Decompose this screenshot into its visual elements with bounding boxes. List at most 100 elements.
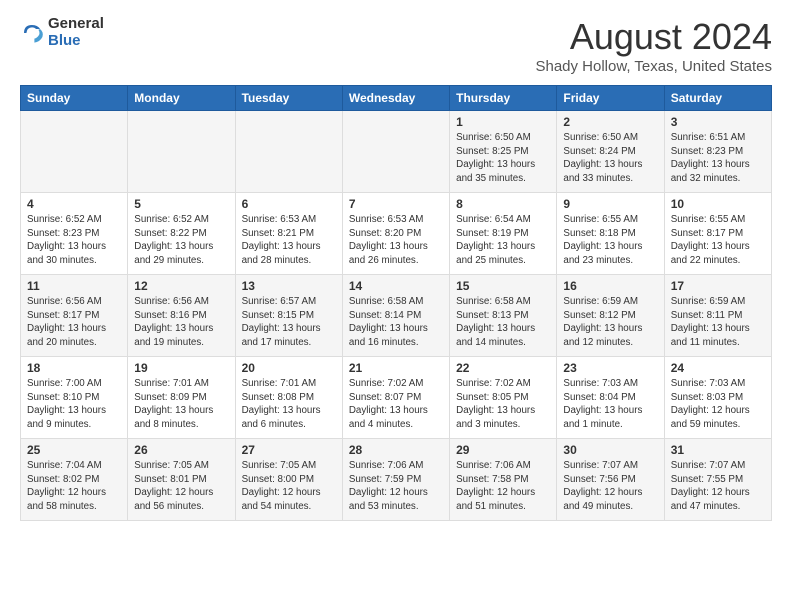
day-detail: Sunrise: 6:52 AMSunset: 8:23 PMDaylight:… [27, 213, 121, 268]
day-detail: Sunrise: 7:01 AMSunset: 8:09 PMDaylight:… [134, 377, 228, 432]
calendar-cell [342, 111, 449, 193]
day-number: 26 [134, 443, 228, 457]
logo-blue: Blue [48, 33, 104, 50]
day-number: 17 [671, 279, 765, 293]
day-detail: Sunrise: 6:52 AMSunset: 8:22 PMDaylight:… [134, 213, 228, 268]
calendar-cell: 5Sunrise: 6:52 AMSunset: 8:22 PMDaylight… [128, 193, 235, 275]
calendar-cell: 10Sunrise: 6:55 AMSunset: 8:17 PMDayligh… [664, 193, 771, 275]
calendar-cell: 29 Sunrise: 7:06 AMSunset: 7:58 PMDayligh… [450, 439, 557, 521]
day-number: 4 [27, 197, 121, 211]
day-number: 15 [456, 279, 550, 293]
day-number: 12 [134, 279, 228, 293]
calendar-cell: 2 Sunrise: 6:50 AMSunset: 8:24 PMDaylight… [557, 111, 664, 193]
header-wednesday: Wednesday [342, 86, 449, 111]
day-number: 29 [456, 443, 550, 457]
day-detail: Sunrise: 7:05 AMSunset: 8:00 PMDaylight:… [242, 459, 336, 514]
calendar-cell: 14 Sunrise: 6:58 AMSunset: 8:14 PMDayligh… [342, 275, 449, 357]
week-row-4: 18 Sunrise: 7:00 AMSunset: 8:10 PMDayligh… [21, 357, 772, 439]
day-detail: Sunrise: 7:01 AMSunset: 8:08 PMDaylight:… [242, 377, 336, 432]
day-number: 22 [456, 361, 550, 375]
day-number: 27 [242, 443, 336, 457]
calendar-table: SundayMondayTuesdayWednesdayThursdayFrid… [20, 85, 772, 521]
day-detail: Sunrise: 6:50 AMSunset: 8:25 PMDaylight:… [456, 131, 550, 186]
day-detail: Sunrise: 7:07 AMSunset: 7:55 PMDaylight:… [671, 459, 765, 514]
calendar-cell: 4 Sunrise: 6:52 AMSunset: 8:23 PMDaylight… [21, 193, 128, 275]
day-number: 23 [563, 361, 657, 375]
day-detail: Sunrise: 7:05 AMSunset: 8:01 PMDaylight:… [134, 459, 228, 514]
day-detail: Sunrise: 7:00 AMSunset: 8:10 PMDaylight:… [27, 377, 121, 432]
logo: General Blue [20, 16, 104, 49]
week-row-2: 4 Sunrise: 6:52 AMSunset: 8:23 PMDaylight… [21, 193, 772, 275]
header-friday: Friday [557, 86, 664, 111]
calendar-cell: 8Sunrise: 6:54 AMSunset: 8:19 PMDaylight… [450, 193, 557, 275]
calendar-cell: 31 Sunrise: 7:07 AMSunset: 7:55 PMDayligh… [664, 439, 771, 521]
day-detail: Sunrise: 6:59 AMSunset: 8:11 PMDaylight:… [671, 295, 765, 350]
calendar-cell: 30Sunrise: 7:07 AMSunset: 7:56 PMDayligh… [557, 439, 664, 521]
calendar-cell: 22 Sunrise: 7:02 AMSunset: 8:05 PMDayligh… [450, 357, 557, 439]
day-detail: Sunrise: 6:56 AMSunset: 8:17 PMDaylight:… [27, 295, 121, 350]
day-number: 13 [242, 279, 336, 293]
title-block: August 2024 Shady Hollow, Texas, United … [535, 16, 772, 75]
day-number: 21 [349, 361, 443, 375]
day-detail: Sunrise: 6:59 AMSunset: 8:12 PMDaylight:… [563, 295, 657, 350]
calendar-cell [128, 111, 235, 193]
calendar-cell: 9 Sunrise: 6:55 AMSunset: 8:18 PMDaylight… [557, 193, 664, 275]
header-sunday: Sunday [21, 86, 128, 111]
day-number: 28 [349, 443, 443, 457]
day-detail: Sunrise: 6:50 AMSunset: 8:24 PMDaylight:… [563, 131, 657, 186]
logo-text: General Blue [48, 16, 104, 49]
day-number: 14 [349, 279, 443, 293]
calendar-cell: 17 Sunrise: 6:59 AMSunset: 8:11 PMDayligh… [664, 275, 771, 357]
day-number: 6 [242, 197, 336, 211]
calendar-cell: 27 Sunrise: 7:05 AMSunset: 8:00 PMDayligh… [235, 439, 342, 521]
day-number: 25 [27, 443, 121, 457]
day-detail: Sunrise: 6:57 AMSunset: 8:15 PMDaylight:… [242, 295, 336, 350]
day-detail: Sunrise: 6:53 AMSunset: 8:21 PMDaylight:… [242, 213, 336, 268]
day-detail: Sunrise: 7:06 AMSunset: 7:58 PMDaylight:… [456, 459, 550, 514]
calendar-cell: 12 Sunrise: 6:56 AMSunset: 8:16 PMDayligh… [128, 275, 235, 357]
calendar-cell: 13 Sunrise: 6:57 AMSunset: 8:15 PMDayligh… [235, 275, 342, 357]
week-row-5: 25 Sunrise: 7:04 AMSunset: 8:02 PMDayligh… [21, 439, 772, 521]
day-number: 3 [671, 115, 765, 129]
day-number: 31 [671, 443, 765, 457]
day-number: 7 [349, 197, 443, 211]
day-detail: Sunrise: 7:04 AMSunset: 8:02 PMDaylight:… [27, 459, 121, 514]
day-number: 1 [456, 115, 550, 129]
calendar-cell: 6 Sunrise: 6:53 AMSunset: 8:21 PMDaylight… [235, 193, 342, 275]
day-detail: Sunrise: 6:58 AMSunset: 8:14 PMDaylight:… [349, 295, 443, 350]
calendar-cell: 23Sunrise: 7:03 AMSunset: 8:04 PMDayligh… [557, 357, 664, 439]
calendar-cell: 16 Sunrise: 6:59 AMSunset: 8:12 PMDayligh… [557, 275, 664, 357]
calendar-cell: 20Sunrise: 7:01 AMSunset: 8:08 PMDayligh… [235, 357, 342, 439]
day-number: 16 [563, 279, 657, 293]
day-detail: Sunrise: 6:56 AMSunset: 8:16 PMDaylight:… [134, 295, 228, 350]
calendar-cell: 1 Sunrise: 6:50 AMSunset: 8:25 PMDaylight… [450, 111, 557, 193]
week-row-3: 11Sunrise: 6:56 AMSunset: 8:17 PMDayligh… [21, 275, 772, 357]
calendar-cell: 28 Sunrise: 7:06 AMSunset: 7:59 PMDayligh… [342, 439, 449, 521]
day-number: 9 [563, 197, 657, 211]
logo-icon [20, 21, 44, 45]
calendar-cell: 26 Sunrise: 7:05 AMSunset: 8:01 PMDayligh… [128, 439, 235, 521]
day-detail: Sunrise: 7:02 AMSunset: 8:07 PMDaylight:… [349, 377, 443, 432]
day-detail: Sunrise: 6:58 AMSunset: 8:13 PMDaylight:… [456, 295, 550, 350]
day-number: 2 [563, 115, 657, 129]
calendar-cell: 18 Sunrise: 7:00 AMSunset: 8:10 PMDayligh… [21, 357, 128, 439]
header-tuesday: Tuesday [235, 86, 342, 111]
calendar-cell: 15 Sunrise: 6:58 AMSunset: 8:13 PMDayligh… [450, 275, 557, 357]
subtitle: Shady Hollow, Texas, United States [535, 58, 772, 75]
page-header: General Blue August 2024 Shady Hollow, T… [20, 16, 772, 75]
day-detail: Sunrise: 7:03 AMSunset: 8:03 PMDaylight:… [671, 377, 765, 432]
header-saturday: Saturday [664, 86, 771, 111]
day-detail: Sunrise: 7:02 AMSunset: 8:05 PMDaylight:… [456, 377, 550, 432]
calendar-cell: 11Sunrise: 6:56 AMSunset: 8:17 PMDayligh… [21, 275, 128, 357]
day-detail: Sunrise: 7:07 AMSunset: 7:56 PMDaylight:… [563, 459, 657, 514]
day-detail: Sunrise: 6:55 AMSunset: 8:18 PMDaylight:… [563, 213, 657, 268]
day-number: 24 [671, 361, 765, 375]
day-number: 18 [27, 361, 121, 375]
main-title: August 2024 [535, 16, 772, 58]
calendar-cell: 25 Sunrise: 7:04 AMSunset: 8:02 PMDayligh… [21, 439, 128, 521]
day-detail: Sunrise: 7:06 AMSunset: 7:59 PMDaylight:… [349, 459, 443, 514]
calendar-cell: 24 Sunrise: 7:03 AMSunset: 8:03 PMDayligh… [664, 357, 771, 439]
calendar-cell: 19Sunrise: 7:01 AMSunset: 8:09 PMDayligh… [128, 357, 235, 439]
header-thursday: Thursday [450, 86, 557, 111]
header-monday: Monday [128, 86, 235, 111]
